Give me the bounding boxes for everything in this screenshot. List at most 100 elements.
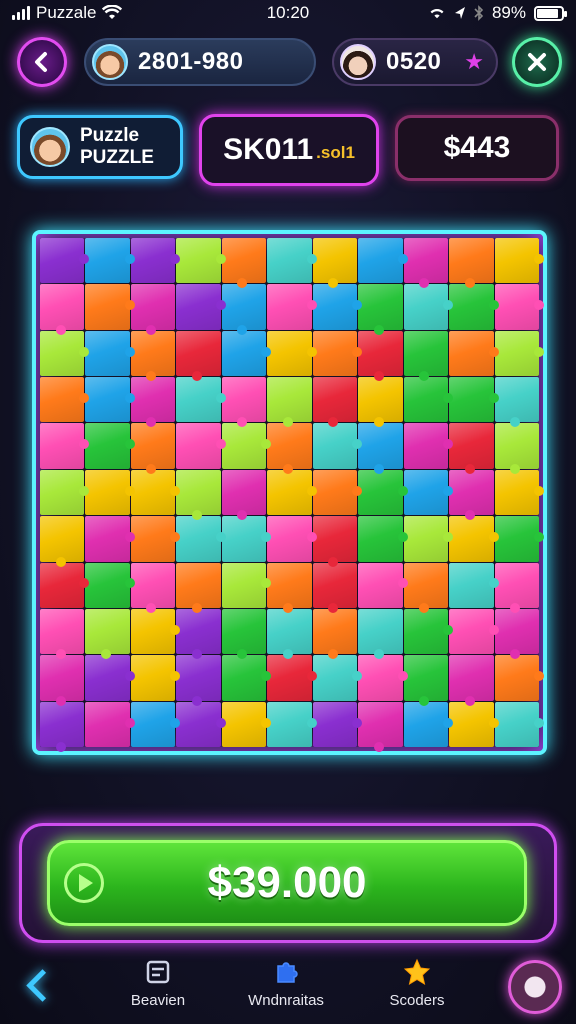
puzzle-piece[interactable] [85,701,136,747]
puzzle-piece[interactable] [40,377,90,423]
puzzle-piece[interactable] [85,284,136,330]
puzzle-piece[interactable] [40,516,85,567]
puzzle-piece[interactable] [267,330,318,377]
puzzle-piece[interactable] [312,238,358,289]
puzzle-piece[interactable] [449,608,500,655]
puzzle-grid[interactable] [40,238,545,753]
puzzle-piece[interactable] [449,377,500,423]
puzzle-piece[interactable] [130,238,181,284]
puzzle-info-badge[interactable]: Puzzle PUZZLE [17,115,183,179]
puzzle-piece[interactable] [312,377,358,428]
puzzle-board[interactable] [32,230,547,755]
puzzle-piece[interactable] [312,284,363,330]
puzzle-piece[interactable] [403,516,454,562]
puzzle-piece[interactable] [358,423,403,475]
puzzle-piece[interactable] [312,655,363,701]
puzzle-piece[interactable] [130,608,181,655]
puzzle-piece[interactable] [494,330,545,377]
puzzle-piece[interactable] [85,330,136,377]
puzzle-piece[interactable] [358,284,403,336]
puzzle-piece[interactable] [267,469,318,516]
puzzle-piece[interactable] [358,608,403,660]
puzzle-piece[interactable] [449,655,494,707]
puzzle-piece[interactable] [449,469,494,521]
puzzle-piece[interactable] [40,469,90,516]
puzzle-piece[interactable] [449,516,500,562]
puzzle-piece[interactable] [494,469,545,516]
puzzle-piece[interactable] [403,423,454,469]
puzzle-piece[interactable] [312,469,363,516]
puzzle-piece[interactable] [494,238,545,284]
puzzle-piece[interactable] [358,469,409,516]
puzzle-piece[interactable] [221,701,272,747]
puzzle-piece[interactable] [85,608,130,660]
puzzle-piece[interactable] [267,655,318,701]
puzzle-piece[interactable] [221,330,272,377]
puzzle-piece[interactable] [358,562,409,608]
puzzle-piece[interactable] [85,423,136,469]
puzzle-piece[interactable] [403,608,454,655]
skill-score-box[interactable]: SK011 .sol1 [199,114,379,186]
close-button[interactable] [512,37,562,87]
puzzle-piece[interactable] [130,377,176,428]
puzzle-piece[interactable] [403,238,449,289]
puzzle-piece[interactable] [176,469,221,521]
puzzle-piece[interactable] [312,701,363,747]
puzzle-piece[interactable] [449,330,500,377]
nav-back-button[interactable] [18,960,58,1010]
puzzle-piece[interactable] [85,562,136,608]
puzzle-piece[interactable] [40,284,85,336]
puzzle-piece[interactable] [176,377,227,423]
profile-button[interactable] [508,960,562,1014]
puzzle-piece[interactable] [85,377,136,423]
puzzle-piece[interactable] [403,469,454,516]
nav-item-scoders[interactable]: Scoders [342,958,492,1009]
puzzle-piece[interactable] [40,701,85,753]
puzzle-piece[interactable] [130,330,176,382]
puzzle-piece[interactable] [312,423,363,469]
puzzle-piece[interactable] [130,423,176,475]
puzzle-piece[interactable] [40,655,85,707]
puzzle-piece[interactable] [449,701,500,747]
puzzle-piece[interactable] [494,701,545,747]
puzzle-piece[interactable] [312,562,358,614]
puzzle-piece[interactable] [176,608,221,660]
puzzle-piece[interactable] [449,562,500,608]
puzzle-piece[interactable] [267,701,318,747]
puzzle-piece[interactable] [267,284,318,330]
puzzle-piece[interactable] [449,423,494,475]
puzzle-piece[interactable] [267,516,318,562]
puzzle-piece[interactable] [358,377,403,428]
puzzle-piece[interactable] [403,330,449,382]
puzzle-piece[interactable] [403,377,454,423]
puzzle-piece[interactable] [176,423,227,469]
puzzle-piece[interactable] [40,608,85,660]
puzzle-piece[interactable] [176,516,227,562]
puzzle-piece[interactable] [494,284,545,330]
puzzle-piece[interactable] [221,423,272,469]
puzzle-piece[interactable] [494,562,539,614]
puzzle-piece[interactable] [176,562,221,614]
puzzle-piece[interactable] [176,701,227,747]
puzzle-piece[interactable] [221,377,267,428]
puzzle-piece[interactable] [267,562,312,614]
puzzle-piece[interactable] [449,284,500,330]
puzzle-piece[interactable] [40,238,90,284]
puzzle-piece[interactable] [403,284,454,330]
puzzle-piece[interactable] [267,423,312,475]
puzzle-piece[interactable] [358,655,409,701]
puzzle-piece[interactable] [403,701,454,747]
puzzle-piece[interactable] [40,562,90,608]
puzzle-piece[interactable] [221,516,272,562]
puzzle-piece[interactable] [85,516,136,562]
puzzle-piece[interactable] [130,562,176,614]
puzzle-piece[interactable] [221,238,267,289]
puzzle-piece[interactable] [494,377,539,428]
puzzle-piece[interactable] [449,238,494,289]
puzzle-piece[interactable] [85,469,136,516]
puzzle-piece[interactable] [358,701,403,753]
cash-box[interactable]: $443 [395,115,559,181]
puzzle-piece[interactable] [176,330,221,382]
puzzle-piece[interactable] [130,655,181,701]
puzzle-piece[interactable] [403,562,449,614]
